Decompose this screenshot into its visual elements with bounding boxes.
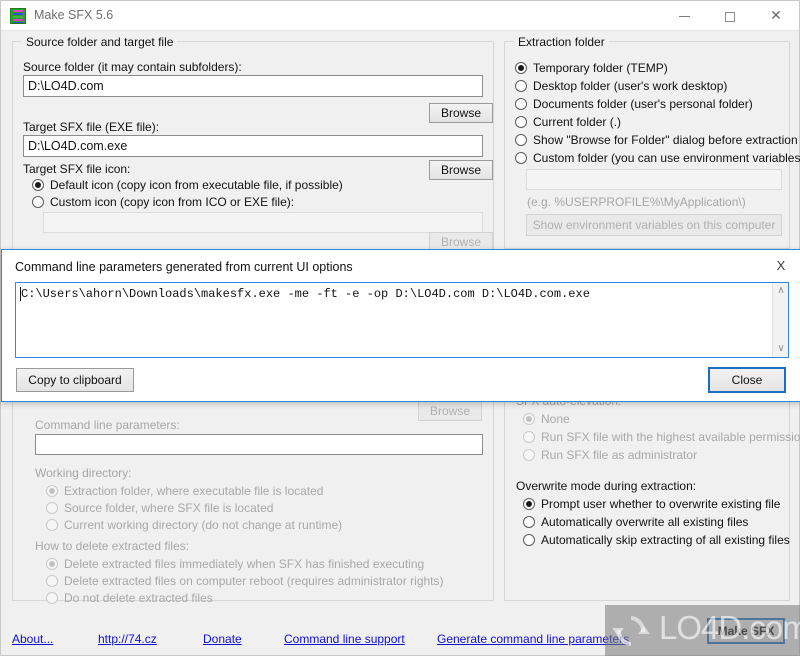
radio-elevation-highest[interactable]: Run SFX file with the highest available … [522,430,800,445]
link-generate-command-line-parameters[interactable]: Generate command line parameters [437,632,629,646]
source-folder-input[interactable]: D:\LO4D.com [23,75,483,97]
source-group-legend: Source folder and target file [22,35,178,49]
radio-desktop-folder[interactable]: Desktop folder (user's work desktop) [514,79,727,94]
command-line-parameters-dialog: Command line parameters generated from c… [1,249,800,402]
command-text-area[interactable]: C:\Users\ahorn\Downloads\makesfx.exe -me… [15,282,789,358]
copy-to-clipboard-button[interactable]: Copy to clipboard [16,368,134,392]
maximize-icon[interactable] [707,1,753,30]
target-icon-label: Target SFX file icon: [23,162,131,176]
dialog-close-button[interactable]: Close [708,367,786,393]
radio-workdir-extraction[interactable]: Extraction folder, where executable file… [45,484,323,499]
title-bar: Make SFX 5.6 ✕ [1,1,799,31]
scroll-up-icon[interactable]: ∧ [773,284,789,298]
radio-delete-never[interactable]: Do not delete extracted files [45,591,213,606]
custom-folder-hint: (e.g. %USERPROFILE%\MyApplication\) [527,195,746,209]
app-stripes-icon [10,8,26,24]
radio-overwrite-skip[interactable]: Automatically skip extracting of all exi… [522,533,790,548]
link-donate[interactable]: Donate [203,632,242,646]
exec-browse-button[interactable]: Browse [418,401,482,421]
link-about[interactable]: About... [12,632,53,646]
radio-default-icon[interactable]: Default icon (copy icon from executable … [31,178,343,193]
dialog-close-icon[interactable]: X [770,256,792,276]
target-sfx-input[interactable]: D:\LO4D.com.exe [23,135,483,157]
source-folder-label: Source folder (it may contain subfolders… [23,60,242,74]
show-env-vars-button[interactable]: Show environment variables on this compu… [526,214,782,236]
radio-workdir-source[interactable]: Source folder, where SFX file is located [45,501,273,516]
radio-overwrite-prompt[interactable]: Prompt user whether to overwrite existin… [522,497,780,512]
extraction-group-legend: Extraction folder [514,35,609,49]
radio-elevation-admin[interactable]: Run SFX file as administrator [522,448,697,463]
link-command-line-support[interactable]: Command line support [284,632,405,646]
delete-files-label: How to delete extracted files: [35,539,190,553]
radio-current-folder[interactable]: Current folder (.) [514,115,621,130]
dialog-title: Command line parameters generated from c… [15,260,353,274]
command-line-parameters-label: Command line parameters: [35,418,180,432]
radio-browse-dialog[interactable]: Show "Browse for Folder" dialog before e… [514,133,798,148]
custom-icon-input[interactable] [43,212,483,233]
extraction-folder-group: Extraction folder Temporary folder (TEMP… [504,35,800,249]
radio-delete-immediately[interactable]: Delete extracted files immediately when … [45,557,424,572]
radio-elevation-none[interactable]: None [522,412,570,427]
overwrite-mode-label: Overwrite mode during extraction: [516,479,697,493]
radio-custom-icon[interactable]: Custom icon (copy icon from ICO or EXE f… [31,195,294,210]
source-and-target-group: Source folder and target file Source fol… [12,35,494,256]
radio-temp-folder[interactable]: Temporary folder (TEMP) [514,61,668,76]
radio-overwrite-all[interactable]: Automatically overwrite all existing fil… [522,515,748,530]
scroll-down-icon[interactable]: ∨ [773,342,789,356]
radio-delete-on-reboot[interactable]: Delete extracted files on computer reboo… [45,574,444,589]
command-text: C:\Users\ahorn\Downloads\makesfx.exe -me… [21,287,590,301]
target-sfx-label: Target SFX file (EXE file): [23,120,160,134]
working-directory-label: Working directory: [35,466,132,480]
app-window: Make SFX 5.6 ✕ Source folder and target … [0,0,800,656]
source-browse-button[interactable]: Browse [429,103,493,123]
close-icon[interactable]: ✕ [753,1,799,30]
link-website[interactable]: http://74.cz [98,632,157,646]
radio-documents-folder[interactable]: Documents folder (user's personal folder… [514,97,753,112]
command-line-parameters-input[interactable] [35,434,483,455]
command-scrollbar[interactable]: ∧ ∨ [772,283,788,357]
window-title: Make SFX 5.6 [34,8,114,22]
target-icon-browse-button[interactable]: Browse [429,160,493,180]
minimize-icon[interactable] [661,1,707,30]
radio-workdir-current[interactable]: Current working directory (do not change… [45,518,342,533]
radio-custom-folder[interactable]: Custom folder (you can use environment v… [514,151,800,166]
custom-folder-input[interactable] [526,169,782,190]
make-sfx-button[interactable]: Make SFX [707,618,785,644]
